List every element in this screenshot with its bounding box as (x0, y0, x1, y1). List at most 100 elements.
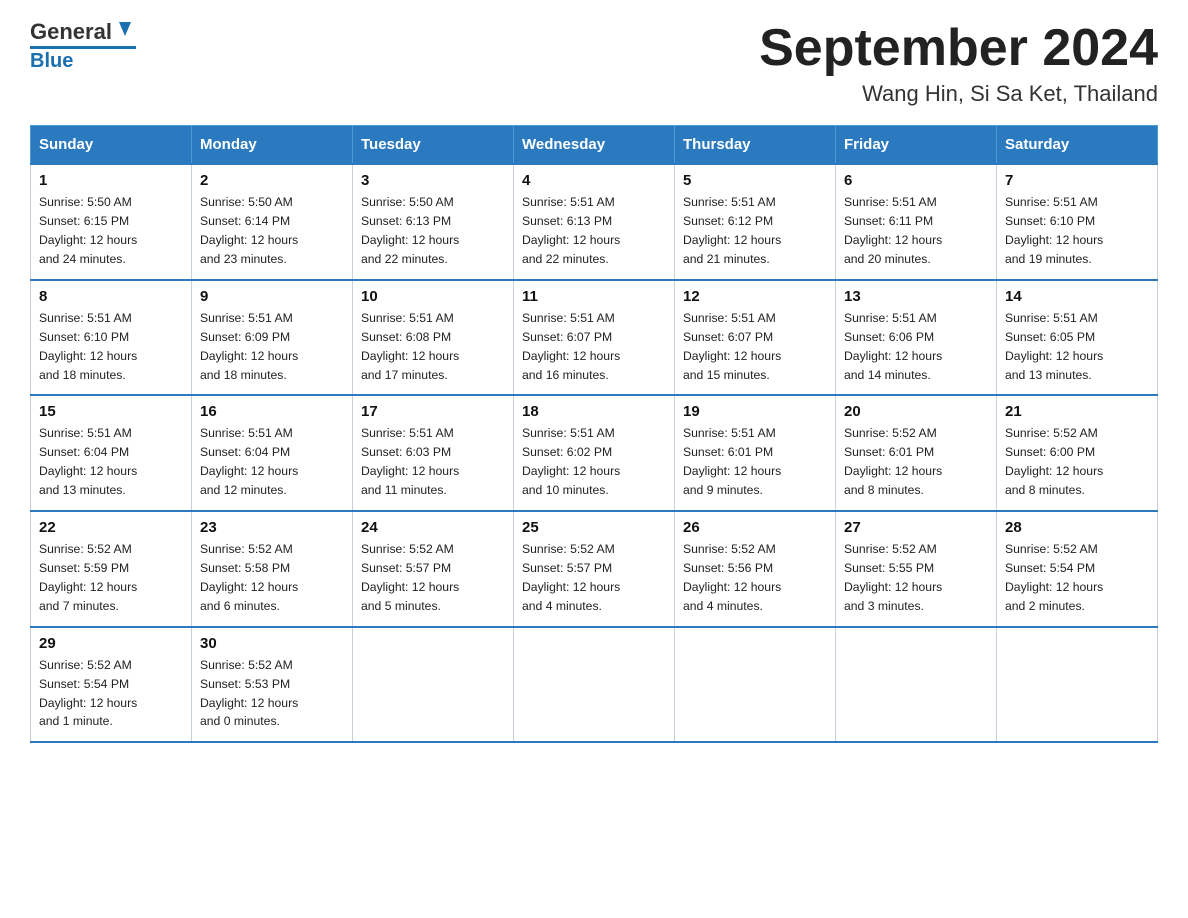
calendar-cell: 26 Sunrise: 5:52 AMSunset: 5:56 PMDaylig… (675, 511, 836, 627)
calendar-cell: 27 Sunrise: 5:52 AMSunset: 5:55 PMDaylig… (836, 511, 997, 627)
calendar-cell: 16 Sunrise: 5:51 AMSunset: 6:04 PMDaylig… (192, 395, 353, 511)
calendar-cell: 12 Sunrise: 5:51 AMSunset: 6:07 PMDaylig… (675, 280, 836, 396)
day-number: 22 (39, 519, 183, 536)
day-info: Sunrise: 5:51 AMSunset: 6:05 PMDaylight:… (1005, 309, 1149, 385)
day-number: 2 (200, 172, 344, 189)
day-info: Sunrise: 5:52 AMSunset: 5:55 PMDaylight:… (844, 540, 988, 616)
day-number: 28 (1005, 519, 1149, 536)
day-info: Sunrise: 5:52 AMSunset: 5:58 PMDaylight:… (200, 540, 344, 616)
day-number: 29 (39, 635, 183, 652)
day-info: Sunrise: 5:51 AMSunset: 6:10 PMDaylight:… (39, 309, 183, 385)
day-info: Sunrise: 5:51 AMSunset: 6:11 PMDaylight:… (844, 193, 988, 269)
calendar-cell: 7 Sunrise: 5:51 AMSunset: 6:10 PMDayligh… (997, 164, 1158, 280)
day-number: 9 (200, 288, 344, 305)
page-header: General Blue September 2024 Wang Hin, Si… (30, 20, 1158, 107)
calendar-cell: 19 Sunrise: 5:51 AMSunset: 6:01 PMDaylig… (675, 395, 836, 511)
calendar-cell: 30 Sunrise: 5:52 AMSunset: 5:53 PMDaylig… (192, 627, 353, 743)
day-info: Sunrise: 5:51 AMSunset: 6:12 PMDaylight:… (683, 193, 827, 269)
calendar-cell: 22 Sunrise: 5:52 AMSunset: 5:59 PMDaylig… (31, 511, 192, 627)
calendar-cell: 8 Sunrise: 5:51 AMSunset: 6:10 PMDayligh… (31, 280, 192, 396)
day-info: Sunrise: 5:52 AMSunset: 6:00 PMDaylight:… (1005, 424, 1149, 500)
day-info: Sunrise: 5:51 AMSunset: 6:04 PMDaylight:… (200, 424, 344, 500)
day-info: Sunrise: 5:52 AMSunset: 5:59 PMDaylight:… (39, 540, 183, 616)
day-info: Sunrise: 5:51 AMSunset: 6:03 PMDaylight:… (361, 424, 505, 500)
day-info: Sunrise: 5:52 AMSunset: 5:53 PMDaylight:… (200, 656, 344, 732)
calendar-cell: 4 Sunrise: 5:51 AMSunset: 6:13 PMDayligh… (514, 164, 675, 280)
day-number: 10 (361, 288, 505, 305)
calendar-cell (997, 627, 1158, 743)
calendar-cell: 6 Sunrise: 5:51 AMSunset: 6:11 PMDayligh… (836, 164, 997, 280)
day-number: 30 (200, 635, 344, 652)
day-info: Sunrise: 5:52 AMSunset: 5:54 PMDaylight:… (39, 656, 183, 732)
calendar-cell: 1 Sunrise: 5:50 AMSunset: 6:15 PMDayligh… (31, 164, 192, 280)
col-wednesday: Wednesday (514, 126, 675, 165)
day-number: 16 (200, 403, 344, 420)
day-number: 11 (522, 288, 666, 305)
day-number: 15 (39, 403, 183, 420)
calendar-cell: 23 Sunrise: 5:52 AMSunset: 5:58 PMDaylig… (192, 511, 353, 627)
calendar-cell: 3 Sunrise: 5:50 AMSunset: 6:13 PMDayligh… (353, 164, 514, 280)
day-number: 4 (522, 172, 666, 189)
day-number: 17 (361, 403, 505, 420)
day-number: 13 (844, 288, 988, 305)
col-saturday: Saturday (997, 126, 1158, 165)
calendar-cell: 5 Sunrise: 5:51 AMSunset: 6:12 PMDayligh… (675, 164, 836, 280)
day-number: 5 (683, 172, 827, 189)
calendar-week-3: 15 Sunrise: 5:51 AMSunset: 6:04 PMDaylig… (31, 395, 1158, 511)
day-info: Sunrise: 5:51 AMSunset: 6:08 PMDaylight:… (361, 309, 505, 385)
day-info: Sunrise: 5:51 AMSunset: 6:04 PMDaylight:… (39, 424, 183, 500)
day-number: 6 (844, 172, 988, 189)
calendar-week-2: 8 Sunrise: 5:51 AMSunset: 6:10 PMDayligh… (31, 280, 1158, 396)
calendar-cell: 13 Sunrise: 5:51 AMSunset: 6:06 PMDaylig… (836, 280, 997, 396)
day-info: Sunrise: 5:51 AMSunset: 6:01 PMDaylight:… (683, 424, 827, 500)
day-number: 14 (1005, 288, 1149, 305)
day-info: Sunrise: 5:51 AMSunset: 6:06 PMDaylight:… (844, 309, 988, 385)
calendar-week-4: 22 Sunrise: 5:52 AMSunset: 5:59 PMDaylig… (31, 511, 1158, 627)
calendar-cell: 17 Sunrise: 5:51 AMSunset: 6:03 PMDaylig… (353, 395, 514, 511)
calendar-cell (675, 627, 836, 743)
calendar-cell: 24 Sunrise: 5:52 AMSunset: 5:57 PMDaylig… (353, 511, 514, 627)
day-number: 18 (522, 403, 666, 420)
calendar-cell: 2 Sunrise: 5:50 AMSunset: 6:14 PMDayligh… (192, 164, 353, 280)
day-number: 20 (844, 403, 988, 420)
calendar-cell: 10 Sunrise: 5:51 AMSunset: 6:08 PMDaylig… (353, 280, 514, 396)
day-number: 1 (39, 172, 183, 189)
day-info: Sunrise: 5:51 AMSunset: 6:02 PMDaylight:… (522, 424, 666, 500)
title-block: September 2024 Wang Hin, Si Sa Ket, Thai… (759, 20, 1158, 107)
calendar-cell (514, 627, 675, 743)
day-number: 8 (39, 288, 183, 305)
col-sunday: Sunday (31, 126, 192, 165)
calendar-cell: 14 Sunrise: 5:51 AMSunset: 6:05 PMDaylig… (997, 280, 1158, 396)
calendar-cell: 11 Sunrise: 5:51 AMSunset: 6:07 PMDaylig… (514, 280, 675, 396)
day-info: Sunrise: 5:52 AMSunset: 5:54 PMDaylight:… (1005, 540, 1149, 616)
col-monday: Monday (192, 126, 353, 165)
day-info: Sunrise: 5:50 AMSunset: 6:14 PMDaylight:… (200, 193, 344, 269)
logo: General Blue (30, 20, 136, 72)
logo-triangle-icon (114, 18, 136, 40)
col-tuesday: Tuesday (353, 126, 514, 165)
calendar-cell: 29 Sunrise: 5:52 AMSunset: 5:54 PMDaylig… (31, 627, 192, 743)
month-title: September 2024 (759, 20, 1158, 77)
calendar-cell: 15 Sunrise: 5:51 AMSunset: 6:04 PMDaylig… (31, 395, 192, 511)
calendar-table: Sunday Monday Tuesday Wednesday Thursday… (30, 125, 1158, 743)
calendar-cell: 21 Sunrise: 5:52 AMSunset: 6:00 PMDaylig… (997, 395, 1158, 511)
day-number: 26 (683, 519, 827, 536)
day-info: Sunrise: 5:52 AMSunset: 5:57 PMDaylight:… (361, 540, 505, 616)
logo-general-text: General (30, 20, 112, 44)
col-friday: Friday (836, 126, 997, 165)
calendar-week-1: 1 Sunrise: 5:50 AMSunset: 6:15 PMDayligh… (31, 164, 1158, 280)
logo-line (30, 46, 136, 49)
location-title: Wang Hin, Si Sa Ket, Thailand (759, 81, 1158, 107)
day-number: 21 (1005, 403, 1149, 420)
day-info: Sunrise: 5:51 AMSunset: 6:13 PMDaylight:… (522, 193, 666, 269)
day-info: Sunrise: 5:50 AMSunset: 6:13 PMDaylight:… (361, 193, 505, 269)
calendar-cell: 20 Sunrise: 5:52 AMSunset: 6:01 PMDaylig… (836, 395, 997, 511)
calendar-cell: 9 Sunrise: 5:51 AMSunset: 6:09 PMDayligh… (192, 280, 353, 396)
calendar-cell: 25 Sunrise: 5:52 AMSunset: 5:57 PMDaylig… (514, 511, 675, 627)
day-info: Sunrise: 5:52 AMSunset: 5:56 PMDaylight:… (683, 540, 827, 616)
day-number: 27 (844, 519, 988, 536)
logo-blue-text: Blue (30, 50, 73, 72)
day-number: 23 (200, 519, 344, 536)
day-number: 19 (683, 403, 827, 420)
day-info: Sunrise: 5:51 AMSunset: 6:07 PMDaylight:… (522, 309, 666, 385)
